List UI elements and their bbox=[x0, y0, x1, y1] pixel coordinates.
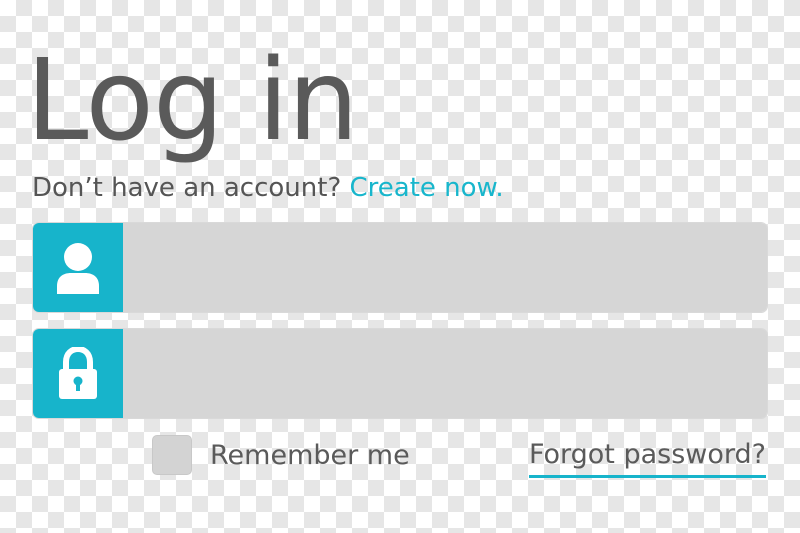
password-input[interactable] bbox=[123, 329, 767, 418]
remember-me[interactable]: Remember me bbox=[153, 436, 410, 474]
signup-prompt: Don’t have an account? Create now. bbox=[32, 170, 504, 206]
username-field bbox=[33, 223, 767, 312]
username-input[interactable] bbox=[123, 223, 767, 312]
page-title: Log in bbox=[26, 36, 359, 166]
lock-icon bbox=[33, 329, 123, 418]
user-icon bbox=[33, 223, 123, 312]
create-account-link[interactable]: Create now. bbox=[350, 173, 504, 203]
remember-me-checkbox[interactable] bbox=[153, 436, 191, 474]
forgot-password-link[interactable]: Forgot password? bbox=[528, 437, 766, 478]
remember-me-label: Remember me bbox=[210, 439, 410, 471]
password-field bbox=[33, 329, 767, 418]
signup-prompt-text: Don’t have an account? bbox=[32, 173, 342, 203]
